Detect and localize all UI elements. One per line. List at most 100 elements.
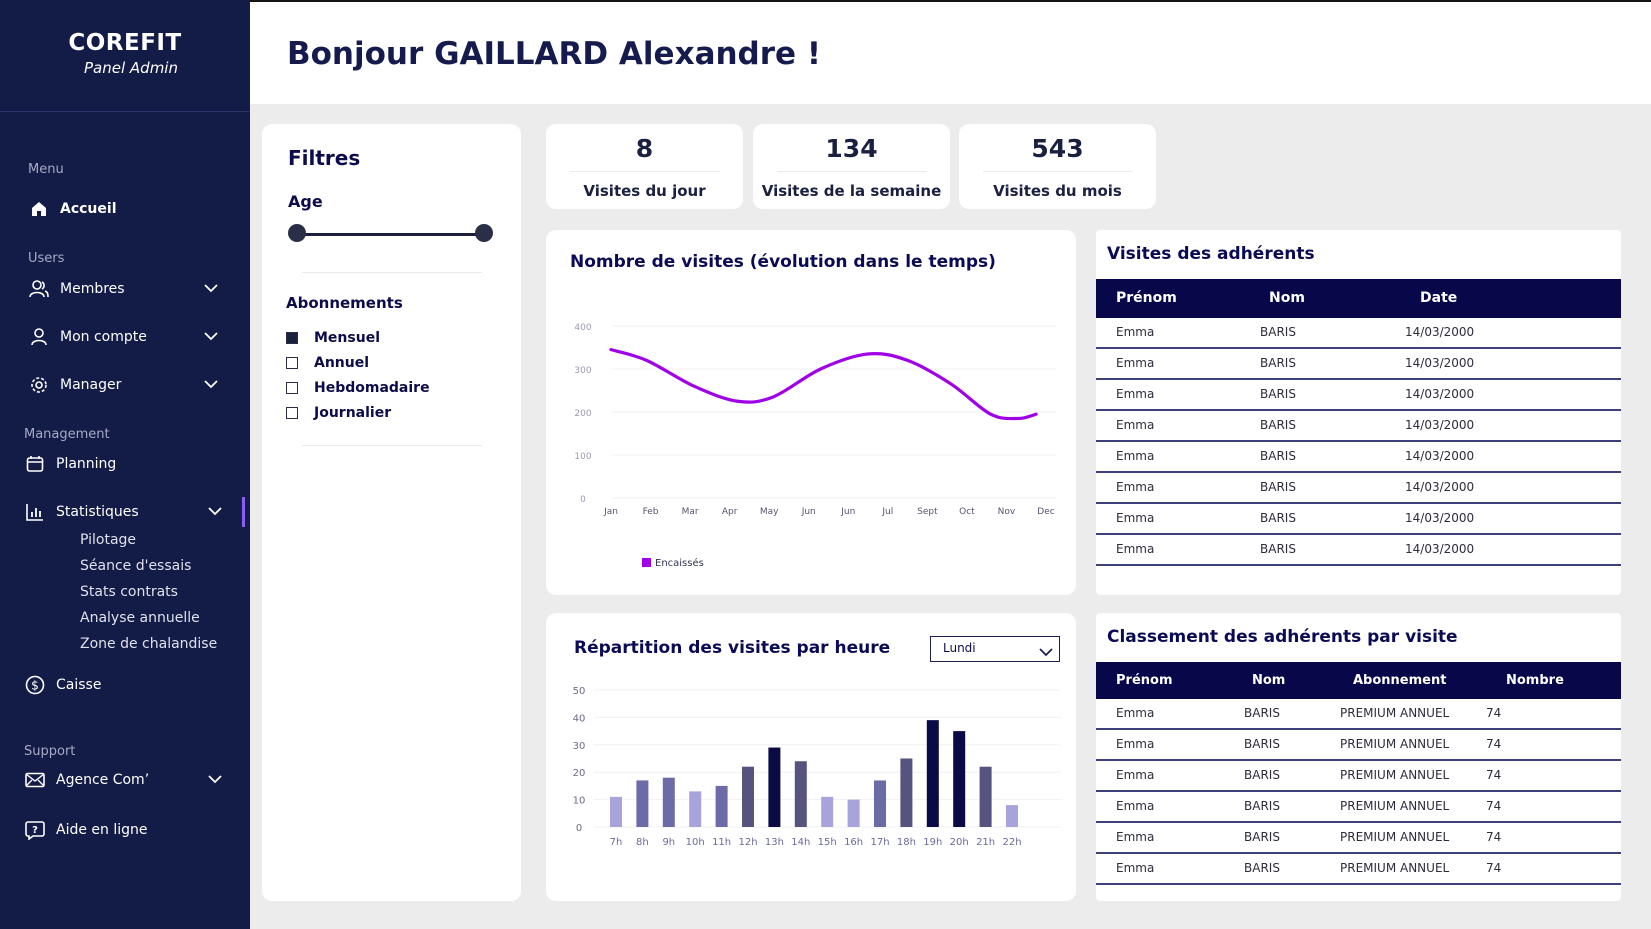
- checkbox-hebdomadaire[interactable]: Hebdomadaire: [286, 380, 430, 396]
- sidebar-subitem-seance-essais[interactable]: Séance d'essais: [80, 558, 191, 574]
- sidebar-item-statistiques[interactable]: Statistiques: [24, 500, 230, 524]
- checkbox-journalier[interactable]: Journalier: [286, 405, 391, 421]
- bar-chart-icon: [24, 501, 46, 523]
- sidebar-item-aide-en-ligne[interactable]: ? Aide en ligne: [24, 818, 230, 842]
- bar: [1006, 805, 1018, 827]
- cell-nombre: 74: [1486, 830, 1502, 844]
- cell-abonnement: PREMIUM ANNUEL: [1340, 830, 1450, 844]
- sidebar-item-manager[interactable]: Manager: [28, 373, 230, 397]
- stat-label: Visites du jour: [583, 182, 706, 200]
- cell-abonnement: PREMIUM ANNUEL: [1340, 768, 1450, 782]
- cell-abonnement: PREMIUM ANNUEL: [1340, 737, 1450, 751]
- table-row[interactable]: Emma BARIS 14/03/2000: [1096, 411, 1621, 442]
- section-menu: Menu: [28, 162, 64, 177]
- checkbox-mensuel[interactable]: Mensuel: [286, 330, 380, 346]
- cell-nom: BARIS: [1244, 768, 1280, 782]
- sidebar-item-mon-compte[interactable]: Mon compte: [28, 325, 230, 349]
- chevron-down-icon: [204, 281, 218, 297]
- column-header-prenom[interactable]: Prénom: [1116, 662, 1173, 699]
- cell-nom: BARIS: [1260, 542, 1296, 556]
- age-slider-track[interactable]: [296, 233, 482, 236]
- cell-date: 14/03/2000: [1405, 449, 1475, 463]
- table-row[interactable]: Emma BARIS 14/03/2000: [1096, 535, 1621, 566]
- sidebar: COREFIT Panel Admin Menu Accueil Users M…: [0, 0, 250, 929]
- cell-nom: BARIS: [1260, 418, 1296, 432]
- filters-panel: Filtres Age Abonnements Mensuel Annuel H…: [262, 124, 521, 901]
- column-header-abonnement[interactable]: Abonnement: [1353, 662, 1446, 699]
- chevron-down-icon: [204, 329, 218, 345]
- checkbox-label: Journalier: [314, 405, 392, 421]
- dollar-circle-icon: $: [24, 674, 46, 696]
- cell-nombre: 74: [1486, 861, 1502, 875]
- x-tick-label: Sept: [917, 507, 938, 517]
- age-slider-min-handle[interactable]: [288, 224, 306, 242]
- sidebar-subitem-stats-contrats[interactable]: Stats contrats: [80, 584, 178, 600]
- cell-date: 14/03/2000: [1405, 480, 1475, 494]
- column-header-nom[interactable]: Nom: [1252, 662, 1285, 699]
- x-tick-label: 10h: [686, 837, 705, 848]
- cell-abonnement: PREMIUM ANNUEL: [1340, 799, 1450, 813]
- y-tick-label: 30: [573, 741, 586, 752]
- cell-nom: BARIS: [1260, 511, 1296, 525]
- table-row[interactable]: Emma BARIS 14/03/2000: [1096, 380, 1621, 411]
- cell-prenom: Emma: [1116, 737, 1155, 751]
- table-row[interactable]: Emma BARIS PREMIUM ANNUEL 74: [1096, 699, 1621, 730]
- table-row[interactable]: Emma BARIS 14/03/2000: [1096, 504, 1621, 535]
- sidebar-item-membres[interactable]: Membres: [28, 277, 230, 301]
- table-row[interactable]: Emma BARIS PREMIUM ANNUEL 74: [1096, 854, 1621, 885]
- cell-prenom: Emma: [1116, 511, 1155, 525]
- cell-nombre: 74: [1486, 706, 1502, 720]
- sidebar-subitem-analyse-annuelle[interactable]: Analyse annuelle: [80, 610, 200, 626]
- y-tick-label: 20: [573, 768, 586, 779]
- table-row[interactable]: Emma BARIS 14/03/2000: [1096, 349, 1621, 380]
- sidebar-subitem-pilotage[interactable]: Pilotage: [80, 532, 136, 548]
- column-header-nom[interactable]: Nom: [1269, 279, 1305, 318]
- section-management: Management: [24, 427, 110, 442]
- sidebar-item-planning[interactable]: Planning: [24, 452, 230, 476]
- bar: [900, 758, 913, 827]
- checkbox-annuel[interactable]: Annuel: [286, 355, 369, 371]
- checkbox-box: [286, 357, 298, 369]
- sidebar-subitem-zone-chalandise[interactable]: Zone de chalandise: [80, 636, 217, 652]
- column-header-date[interactable]: Date: [1420, 279, 1457, 318]
- table-row[interactable]: Emma BARIS PREMIUM ANNUEL 74: [1096, 823, 1621, 854]
- checkbox-box: [286, 382, 298, 394]
- sidebar-item-accueil[interactable]: Accueil: [28, 197, 230, 221]
- table-row[interactable]: Emma BARIS PREMIUM ANNUEL 74: [1096, 792, 1621, 823]
- x-tick-label: 14h: [791, 837, 810, 848]
- cell-date: 14/03/2000: [1405, 325, 1475, 339]
- chevron-down-icon: [204, 377, 218, 393]
- sidebar-item-agence-com[interactable]: Agence Com’: [24, 768, 230, 792]
- table-row[interactable]: Emma BARIS PREMIUM ANNUEL 74: [1096, 730, 1621, 761]
- sidebar-item-label: Mon compte: [60, 329, 147, 345]
- sidebar-item-label: Accueil: [60, 201, 117, 217]
- sidebar-item-caisse[interactable]: $ Caisse: [24, 673, 230, 697]
- table-row[interactable]: Emma BARIS 14/03/2000: [1096, 473, 1621, 504]
- table-row[interactable]: Emma BARIS 14/03/2000: [1096, 442, 1621, 473]
- age-slider-max-handle[interactable]: [475, 224, 493, 242]
- column-header-prenom[interactable]: Prénom: [1116, 279, 1177, 318]
- table-row[interactable]: Emma BARIS PREMIUM ANNUEL 74: [1096, 761, 1621, 792]
- y-tick-label: 0: [580, 495, 586, 505]
- bar: [610, 796, 622, 827]
- calendar-icon: [24, 453, 46, 475]
- cell-prenom: Emma: [1116, 449, 1155, 463]
- x-tick-label: May: [760, 507, 779, 517]
- column-header-nombre[interactable]: Nombre: [1506, 662, 1564, 699]
- bar: [768, 747, 781, 827]
- divider: [302, 445, 482, 446]
- abonnements-title: Abonnements: [286, 294, 403, 312]
- y-tick-label: 300: [574, 366, 591, 376]
- table-row[interactable]: Emma BARIS 14/03/2000: [1096, 318, 1621, 349]
- mail-icon: [24, 769, 46, 791]
- cell-nom: BARIS: [1244, 706, 1280, 720]
- bar: [715, 785, 728, 827]
- section-support: Support: [24, 744, 76, 759]
- x-tick-label: 20h: [950, 837, 969, 848]
- x-tick-label: 15h: [818, 837, 837, 848]
- sidebar-item-label: Aide en ligne: [56, 822, 148, 838]
- series-line: [609, 348, 1038, 421]
- y-tick-label: 50: [573, 686, 586, 697]
- chevron-down-icon: [208, 504, 222, 520]
- bar: [636, 780, 649, 827]
